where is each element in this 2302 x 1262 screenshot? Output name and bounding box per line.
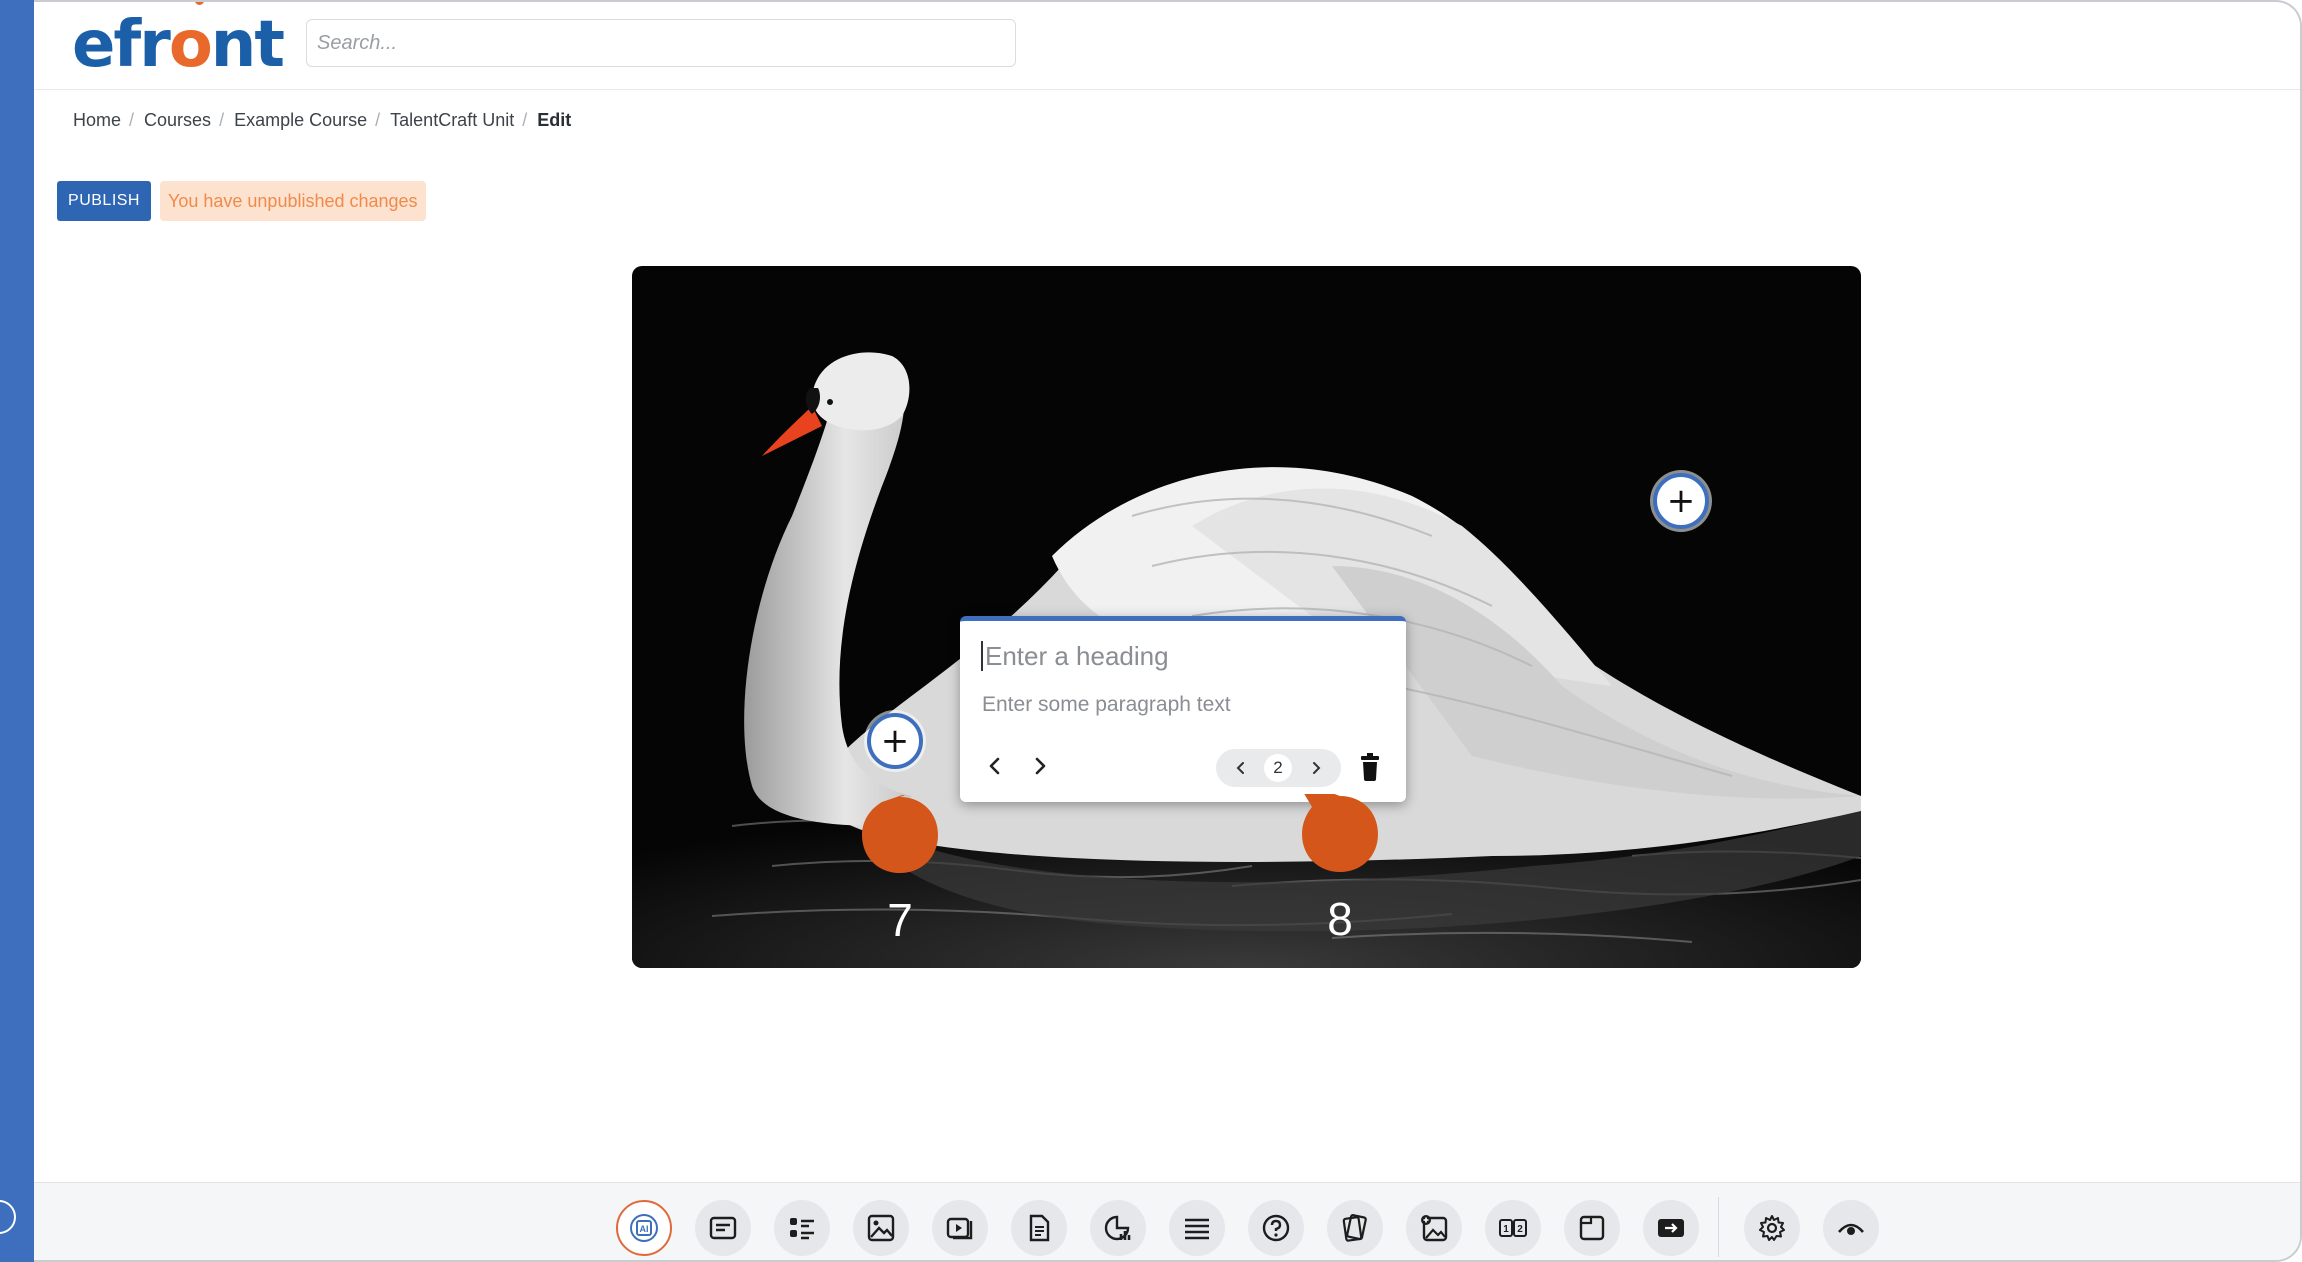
trash-icon	[1361, 753, 1379, 781]
image-tool-button[interactable]	[853, 1200, 909, 1256]
breadcrumb-home[interactable]: Home	[73, 110, 121, 131]
ai-tool-button[interactable]: AI	[616, 1200, 672, 1256]
hotspot-card: Enter a heading Enter some paragraph tex…	[960, 616, 1406, 802]
chevron-right-icon	[1035, 757, 1046, 775]
compare-icon: 12	[1499, 1219, 1527, 1237]
step-marker-7: 7	[860, 787, 940, 946]
list-icon	[790, 1218, 814, 1240]
svg-text:2: 2	[1517, 1224, 1523, 1235]
cards-icon	[1342, 1214, 1367, 1242]
next-button[interactable]	[1026, 752, 1054, 780]
settings-button[interactable]	[1744, 1200, 1800, 1256]
image-icon	[867, 1214, 895, 1242]
chart-icon	[1104, 1215, 1131, 1241]
rail-handle[interactable]	[0, 1200, 16, 1234]
publish-button[interactable]: PUBLISH	[57, 181, 151, 221]
step-marker-8: 8	[1296, 780, 1380, 945]
add-hotspot-button[interactable]: +	[1653, 473, 1709, 529]
plus-icon: +	[1666, 481, 1696, 521]
lines-icon	[1185, 1218, 1209, 1240]
document-tool-button[interactable]	[1011, 1200, 1067, 1256]
chevron-left-icon	[1236, 762, 1244, 774]
video-tool-button[interactable]	[932, 1200, 988, 1256]
left-rail	[0, 0, 34, 1262]
app-window: efront Home / Courses / Example Course /…	[34, 0, 2302, 1262]
page-switcher: 2	[1216, 749, 1341, 787]
compare-tool-button[interactable]: 12	[1485, 1200, 1541, 1256]
list-tool-button[interactable]	[774, 1200, 830, 1256]
document-icon	[1029, 1214, 1050, 1242]
chart-tool-button[interactable]	[1090, 1200, 1146, 1256]
efront-logo[interactable]: efro nt	[72, 2, 285, 80]
video-icon	[946, 1217, 973, 1240]
add-hotspot-button[interactable]: +	[867, 713, 923, 769]
chevron-right-icon	[1313, 762, 1321, 774]
ai-icon: AI	[630, 1214, 658, 1242]
svg-text:AI: AI	[640, 1224, 649, 1234]
preview-button[interactable]	[1823, 1200, 1879, 1256]
embed-tool-button[interactable]	[1643, 1200, 1699, 1256]
breadcrumb: Home / Courses / Example Course / Talent…	[73, 110, 572, 131]
toolbar-divider	[1718, 1197, 1719, 1257]
paragraph-input[interactable]: Enter some paragraph text	[982, 693, 1231, 717]
page-next-button[interactable]	[1304, 756, 1328, 780]
question-tool-button[interactable]	[1248, 1200, 1304, 1256]
breadcrumb-example-course[interactable]: Example Course	[234, 110, 367, 131]
search-input[interactable]	[306, 19, 1016, 67]
delete-button[interactable]	[1356, 752, 1384, 782]
heading-input[interactable]: Enter a heading	[981, 641, 1169, 671]
image-hotspot-tool-button[interactable]	[1406, 1200, 1462, 1256]
breadcrumb-unit[interactable]: TalentCraft Unit	[390, 110, 514, 131]
embed-icon	[1658, 1219, 1684, 1237]
top-bar: efro nt	[34, 2, 2300, 90]
page-prev-button[interactable]	[1229, 756, 1253, 780]
text-icon	[709, 1216, 737, 1240]
question-icon	[1262, 1214, 1290, 1242]
unpublished-changes-badge: You have unpublished changes	[160, 181, 426, 221]
plus-icon: +	[880, 721, 910, 761]
page-number: 2	[1264, 754, 1292, 782]
previous-button[interactable]	[981, 752, 1009, 780]
breadcrumb-current: Edit	[537, 110, 572, 130]
gear-icon	[1759, 1215, 1785, 1241]
preview-eye-icon	[1838, 1223, 1864, 1235]
window-tool-button[interactable]	[1564, 1200, 1620, 1256]
breadcrumb-courses[interactable]: Courses	[144, 110, 211, 131]
image-hotspot-icon	[1421, 1215, 1448, 1242]
chevron-left-icon	[989, 757, 1000, 775]
content-toolbar: AI 12	[34, 1182, 2300, 1260]
svg-text:1: 1	[1503, 1224, 1509, 1235]
lines-tool-button[interactable]	[1169, 1200, 1225, 1256]
text-tool-button[interactable]	[695, 1200, 751, 1256]
window-icon	[1579, 1215, 1605, 1241]
cards-tool-button[interactable]	[1327, 1200, 1383, 1256]
